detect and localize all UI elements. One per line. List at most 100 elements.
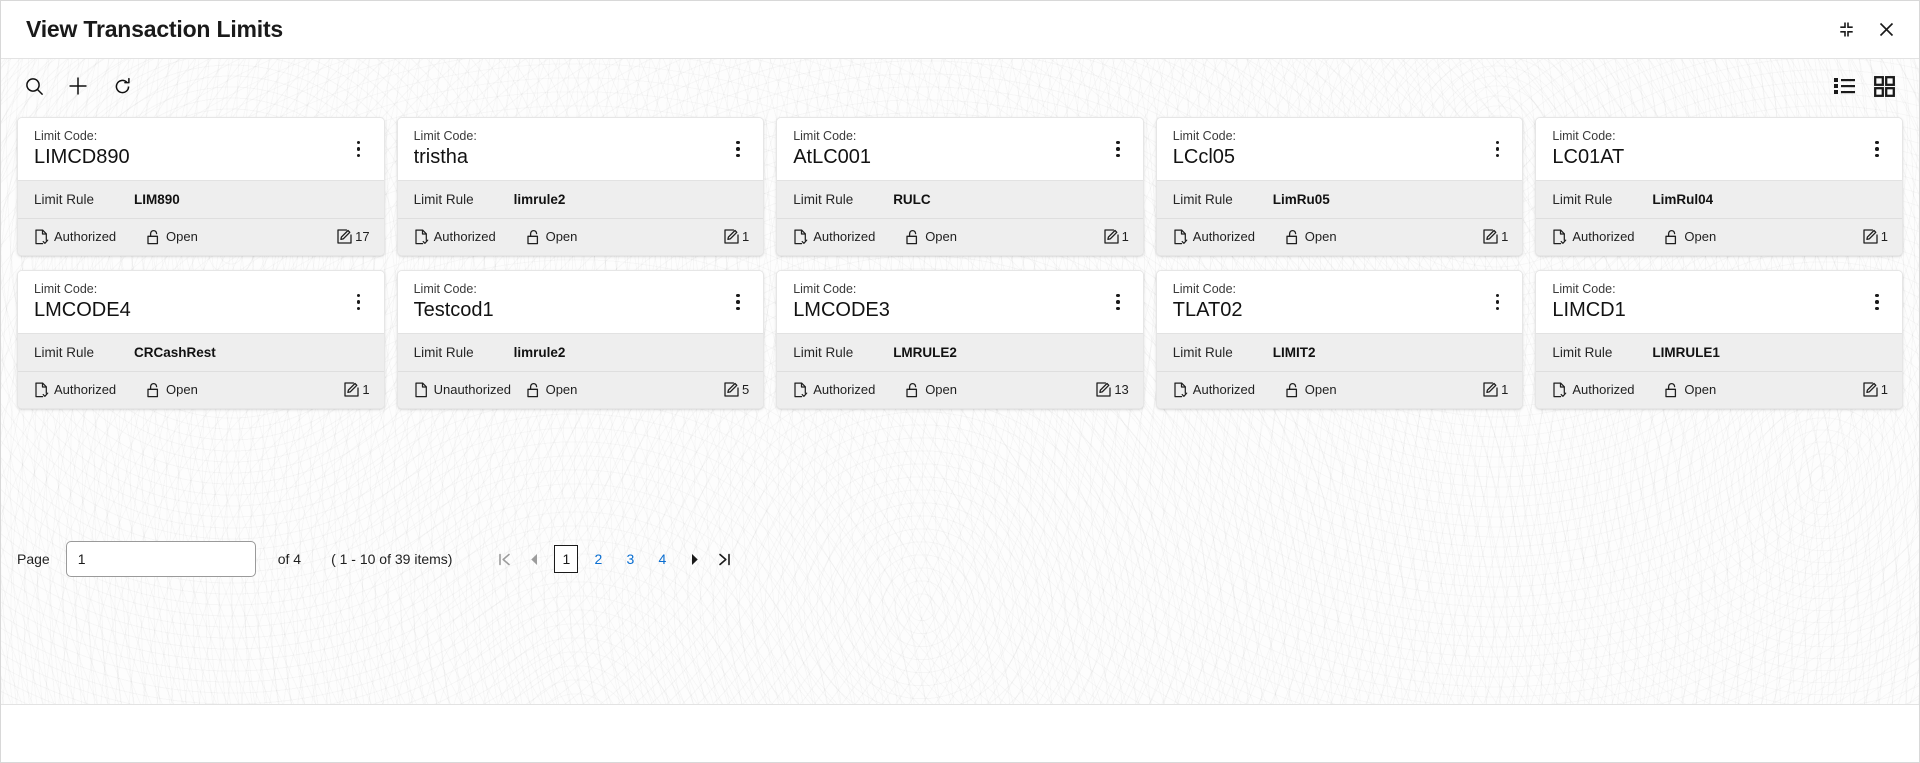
modification-count: 1 <box>1863 229 1888 244</box>
limit-card[interactable]: Limit Code: LCcl05 Limit Rule LimRu05 Author… <box>1155 117 1524 256</box>
card-status-row: Authorized Open 1 <box>1156 218 1523 255</box>
card-menu-button[interactable] <box>1866 287 1888 317</box>
edit-icon <box>1483 382 1498 397</box>
record-status-label: Open <box>1304 382 1337 397</box>
window-titlebar: View Transaction Limits <box>1 1 1919 59</box>
page-number-button[interactable]: 1 <box>554 545 579 573</box>
record-status: Open <box>1664 229 1862 245</box>
last-page-button[interactable] <box>710 544 738 574</box>
limit-code-label: Limit Code: <box>1552 129 1616 143</box>
view-mode-toggle <box>1831 73 1897 99</box>
page-number-button[interactable]: 4 <box>650 545 674 573</box>
card-header-text: Limit Code: tristha <box>414 128 728 170</box>
limit-code-value: LMCODE4 <box>34 299 131 321</box>
authorization-status: Authorized <box>1173 228 1285 245</box>
kebab-dot <box>356 306 361 311</box>
first-page-button[interactable] <box>490 544 518 574</box>
prev-page-button[interactable] <box>520 544 548 574</box>
record-status-label: Open <box>1304 229 1337 244</box>
kebab-dot <box>1875 300 1879 304</box>
limit-card[interactable]: Limit Code: LMCODE3 Limit Rule LMRULE2 Autho… <box>776 270 1144 409</box>
close-button[interactable] <box>1875 19 1897 41</box>
limit-rule-value: limrule2 <box>513 345 566 360</box>
card-header: Limit Code: LCcl05 <box>1156 118 1523 180</box>
collapse-button[interactable] <box>1835 19 1857 41</box>
card-menu-button[interactable] <box>348 287 370 317</box>
unlock-icon <box>1285 229 1300 245</box>
card-status-row: Authorized Open 1 <box>397 218 764 255</box>
kebab-dot <box>736 293 740 298</box>
card-menu-button[interactable] <box>1107 287 1129 317</box>
limit-code-label: Limit Code: <box>793 129 857 143</box>
kebab-dot <box>1116 147 1120 151</box>
limit-rule-value: LimRul04 <box>1652 192 1714 207</box>
limit-card[interactable]: Limit Code: LIMCD1 Limit Rule LIMRULE1 Autho… <box>1535 270 1903 409</box>
modification-count: 1 <box>724 229 749 244</box>
next-page-button[interactable] <box>680 544 708 574</box>
card-menu-button[interactable] <box>348 134 370 164</box>
limit-card[interactable]: Limit Code: AtLC001 Limit Rule RULC Authoriz… <box>776 117 1144 256</box>
record-status: Open <box>526 229 724 245</box>
modification-count-label: 17 <box>355 229 370 244</box>
list-view-icon <box>1833 77 1855 95</box>
limit-rule-label: Limit Rule <box>1172 192 1233 207</box>
unlock-icon <box>905 382 920 398</box>
limit-card[interactable]: Limit Code: LMCODE4 Limit Rule CRCashRest Au… <box>17 270 385 409</box>
card-menu-button[interactable] <box>1866 134 1888 164</box>
modification-count: 1 <box>1483 382 1508 397</box>
limit-card[interactable]: Limit Code: Testcod1 Limit Rule limrule2 Una… <box>396 270 765 409</box>
limit-code-label: Limit Code: <box>413 282 477 296</box>
modification-count: 1 <box>1103 229 1129 244</box>
limit-rule-value: LIMRULE1 <box>1652 345 1720 360</box>
page-title: View Transaction Limits <box>26 16 284 42</box>
limit-card[interactable]: Limit Code: TLAT02 Limit Rule LIMIT2 Authori… <box>1155 270 1524 409</box>
unlock-icon <box>1664 229 1679 245</box>
add-button[interactable] <box>61 69 95 103</box>
limit-rule-label: Limit Rule <box>793 345 854 360</box>
card-detail-row: Limit Rule LIMIT2 <box>1156 333 1523 371</box>
unlock-icon <box>146 229 161 245</box>
card-menu-button[interactable] <box>1486 287 1508 317</box>
edit-icon <box>344 382 360 397</box>
grid-view-button[interactable] <box>1871 73 1897 99</box>
refresh-button[interactable] <box>105 69 139 103</box>
card-menu-button[interactable] <box>727 287 749 317</box>
edit-icon <box>1863 229 1878 244</box>
window-controls <box>1835 19 1897 41</box>
page-input[interactable] <box>65 541 256 577</box>
card-detail-row: Limit Rule LMRULE2 <box>777 333 1143 371</box>
unlock-icon <box>1285 382 1300 398</box>
page-number-button[interactable]: 3 <box>618 545 642 573</box>
card-header: Limit Code: TLAT02 <box>1156 271 1523 333</box>
modification-count-label: 1 <box>1501 382 1509 397</box>
list-view-button[interactable] <box>1831 73 1857 99</box>
modification-count-label: 1 <box>362 382 370 397</box>
authorization-status-label: Authorized <box>1572 229 1635 244</box>
edit-icon <box>724 229 739 244</box>
record-status: Open <box>1285 382 1483 398</box>
limit-card[interactable]: Limit Code: LIMCD890 Limit Rule LIM890 Autho… <box>17 117 385 256</box>
card-status-row: Authorized Open 1 <box>1536 371 1902 408</box>
record-status-label: Open <box>545 382 578 397</box>
document-check-icon <box>1173 228 1188 245</box>
pagination-controls: 1234 <box>490 544 738 574</box>
authorization-status-label: Authorized <box>433 229 496 244</box>
search-button[interactable] <box>17 69 51 103</box>
modification-count-label: 13 <box>1114 382 1129 397</box>
card-menu-button[interactable] <box>727 134 749 164</box>
total-pages-text: of 4 <box>277 551 302 567</box>
kebab-dot <box>1875 153 1879 158</box>
card-detail-row: Limit Rule limrule2 <box>397 180 764 218</box>
authorization-status-label: Authorized <box>813 229 876 244</box>
toolbar-actions <box>17 69 139 103</box>
card-header-text: Limit Code: LIMCD1 <box>1552 281 1866 323</box>
page-number-button[interactable]: 2 <box>586 545 610 573</box>
items-range-text: ( 1 - 10 of 39 items) <box>331 551 453 567</box>
limit-card[interactable]: Limit Code: LC01AT Limit Rule LimRul04 Autho… <box>1535 117 1903 256</box>
limit-cards-grid: Limit Code: LIMCD890 Limit Rule LIM890 Autho… <box>1 117 1919 409</box>
limit-card[interactable]: Limit Code: tristha Limit Rule limrule2 Auth… <box>396 117 765 256</box>
card-menu-button[interactable] <box>1107 134 1129 164</box>
kebab-dot <box>356 300 361 304</box>
card-menu-button[interactable] <box>1486 134 1508 164</box>
card-header-text: Limit Code: LMCODE3 <box>793 281 1107 323</box>
